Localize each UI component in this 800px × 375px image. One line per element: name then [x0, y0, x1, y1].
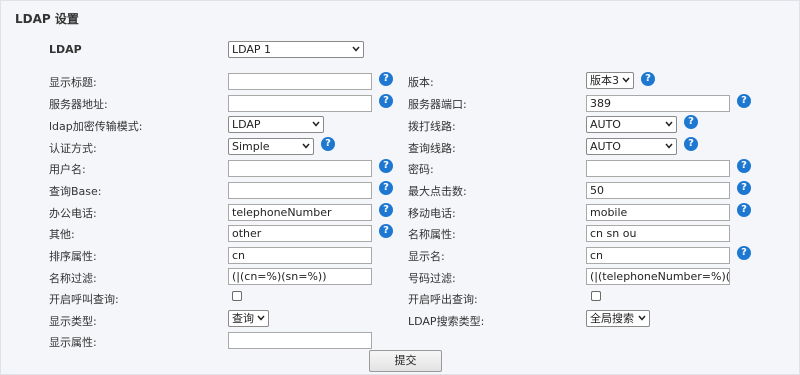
ldap-transport-label: ldap加密传输模式:	[49, 120, 143, 133]
username-help-icon[interactable]: ?	[379, 159, 393, 173]
query-line-help-icon[interactable]: ?	[684, 137, 698, 151]
chevron-down-icon	[665, 143, 673, 149]
max-hits-input[interactable]: 50	[586, 182, 730, 199]
version-select-value: 版本3	[590, 74, 619, 87]
enable-callout-lookup-checkbox[interactable]	[591, 291, 601, 301]
chevron-down-icon	[312, 121, 320, 127]
server-port-label: 服务器端口:	[408, 98, 467, 111]
ldap-search-type-select-value: 全局搜索	[590, 312, 634, 325]
ldap-settings-panel: LDAP 设置 LDAP LDAP 1 显示标题: ? 服务器地址: ? lda…	[0, 0, 800, 375]
dial-line-label: 拨打线路:	[408, 120, 456, 133]
ldap-search-type-select[interactable]: 全局搜索	[586, 310, 650, 327]
query-line-select-value: AUTO	[590, 140, 621, 153]
auth-method-help-icon[interactable]: ?	[321, 137, 335, 151]
display-title-help-icon[interactable]: ?	[379, 72, 393, 86]
query-base-help-icon[interactable]: ?	[379, 181, 393, 195]
page-title: LDAP 设置	[15, 12, 79, 26]
ldap-transport-select[interactable]: LDAP	[228, 116, 324, 133]
name-filter-label: 名称过滤:	[49, 272, 97, 285]
server-port-help-icon[interactable]: ?	[737, 94, 751, 108]
username-input[interactable]	[228, 160, 372, 177]
display-title-input[interactable]	[228, 73, 372, 90]
number-filter-label: 号码过滤:	[408, 272, 456, 285]
chevron-down-icon	[302, 143, 310, 149]
chevron-down-icon	[257, 315, 265, 321]
username-label: 用户名:	[49, 163, 86, 176]
ldap-account-select[interactable]: LDAP 1	[228, 41, 364, 58]
version-help-icon[interactable]: ?	[641, 72, 655, 86]
chevron-down-icon	[622, 77, 630, 83]
server-address-label: 服务器地址:	[49, 98, 108, 111]
name-attr-input[interactable]: cn sn ou	[586, 225, 730, 242]
version-label: 版本:	[408, 76, 434, 89]
password-help-icon[interactable]: ?	[737, 159, 751, 173]
query-base-label: 查询Base:	[49, 185, 102, 198]
query-line-select[interactable]: AUTO	[586, 138, 677, 155]
chevron-down-icon	[352, 46, 360, 52]
display-type-label: 显示类型:	[49, 315, 97, 328]
dial-line-select-value: AUTO	[590, 118, 621, 131]
office-phone-label: 办公电话:	[49, 207, 97, 220]
chevron-down-icon	[638, 315, 646, 321]
display-attr-label: 显示属性:	[49, 336, 97, 349]
chevron-down-icon	[665, 121, 673, 127]
server-address-input[interactable]	[228, 95, 372, 112]
display-name-help-icon[interactable]: ?	[737, 246, 751, 260]
display-name-label: 显示名:	[408, 250, 445, 263]
server-address-help-icon[interactable]: ?	[379, 94, 393, 108]
password-input[interactable]	[586, 160, 730, 177]
name-filter-input[interactable]: (|(cn=%)(sn=%))	[228, 268, 372, 285]
enable-callout-lookup-label: 开启呼出查询:	[408, 293, 478, 306]
mobile-phone-input[interactable]: mobile	[586, 204, 730, 221]
number-filter-input[interactable]: (|(telephoneNumber=%)(mob	[586, 268, 730, 285]
sort-attr-label: 排序属性:	[49, 250, 97, 263]
display-attr-input[interactable]	[228, 332, 372, 349]
ldap-search-type-label: LDAP搜索类型:	[408, 315, 485, 328]
enable-call-lookup-label: 开启呼叫查询:	[49, 293, 119, 306]
query-line-label: 查询线路:	[408, 142, 456, 155]
display-title-label: 显示标题:	[49, 76, 97, 89]
submit-button[interactable]: 提交	[369, 350, 442, 372]
server-port-input[interactable]: 389	[586, 95, 730, 112]
mobile-phone-label: 移动电话:	[408, 207, 456, 220]
dial-line-help-icon[interactable]: ?	[684, 115, 698, 129]
max-hits-label: 最大点击数:	[408, 185, 467, 198]
mobile-phone-help-icon[interactable]: ?	[737, 203, 751, 217]
name-attr-label: 名称属性:	[408, 228, 456, 241]
other-label: 其他:	[49, 228, 75, 241]
display-type-select-value: 查询	[232, 312, 254, 325]
max-hits-help-icon[interactable]: ?	[737, 181, 751, 195]
office-phone-help-icon[interactable]: ?	[379, 203, 393, 217]
other-input[interactable]: other	[228, 225, 372, 242]
dial-line-select[interactable]: AUTO	[586, 116, 677, 133]
password-label: 密码:	[408, 163, 434, 176]
auth-method-select-value: Simple	[232, 140, 270, 153]
ldap-transport-select-value: LDAP	[232, 118, 261, 131]
ldap-select-label: LDAP	[49, 43, 82, 56]
other-help-icon[interactable]: ?	[379, 224, 393, 238]
query-base-input[interactable]	[228, 182, 372, 199]
auth-method-label: 认证方式:	[49, 142, 97, 155]
ldap-account-select-value: LDAP 1	[232, 43, 272, 56]
enable-call-lookup-checkbox[interactable]	[232, 291, 242, 301]
display-name-input[interactable]: cn	[586, 247, 730, 264]
display-type-select[interactable]: 查询	[228, 310, 269, 327]
office-phone-input[interactable]: telephoneNumber	[228, 204, 372, 221]
sort-attr-input[interactable]: cn	[228, 247, 372, 264]
version-select[interactable]: 版本3	[586, 72, 634, 89]
auth-method-select[interactable]: Simple	[228, 138, 314, 155]
